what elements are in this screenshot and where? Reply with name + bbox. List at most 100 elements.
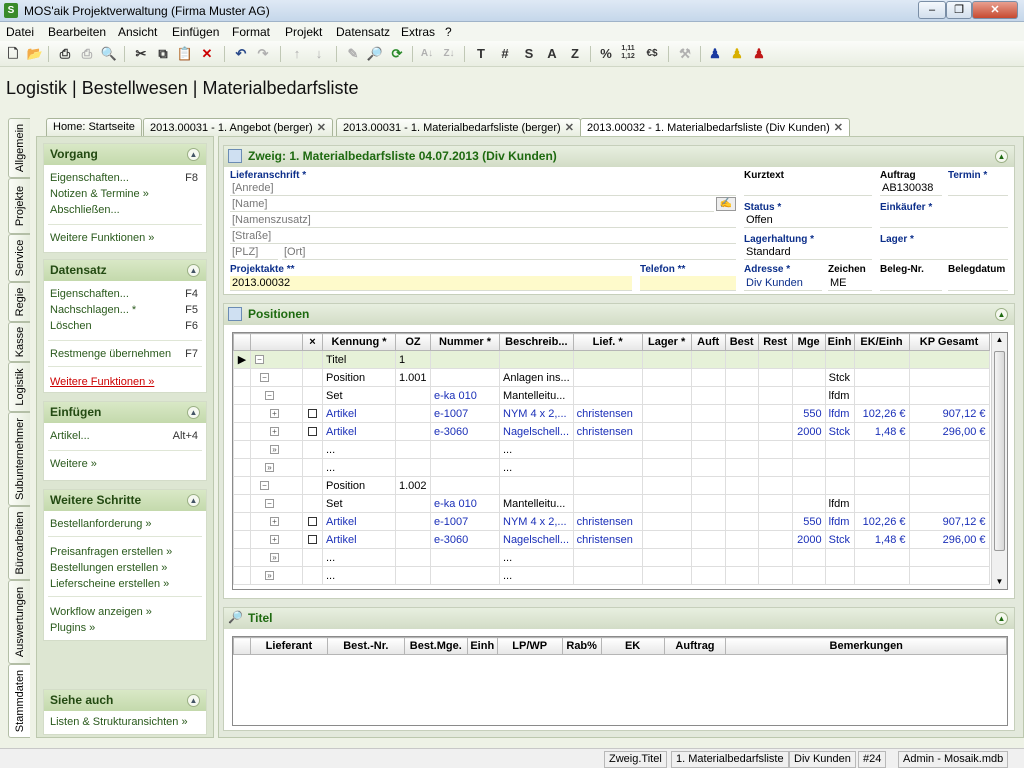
column-header[interactable]: [233, 333, 251, 351]
tab-angebot[interactable]: 2013.00031 - 1. Angebot (berger) ✕: [143, 118, 333, 136]
grid-cell[interactable]: [824, 566, 855, 585]
termin-field[interactable]: [948, 181, 1008, 196]
grid-cell[interactable]: [430, 458, 500, 477]
menu-ansicht[interactable]: Ansicht: [118, 25, 157, 39]
grid-cell[interactable]: [572, 458, 643, 477]
table-row[interactable]: − Position 1.002: [233, 476, 990, 495]
column-header[interactable]: LP/WP: [496, 637, 563, 655]
grid-cell[interactable]: [690, 530, 726, 549]
grid-cell[interactable]: e-3060: [430, 422, 500, 441]
chevron-up-icon[interactable]: ▲: [187, 406, 200, 419]
grid-cell[interactable]: [853, 476, 910, 495]
move-up-icon[interactable]: ↑: [288, 45, 306, 63]
tree-toggle-icon[interactable]: »: [270, 553, 279, 562]
grid-cell[interactable]: +: [250, 512, 303, 531]
grid-cell[interactable]: [233, 566, 251, 585]
table-row[interactable]: »......: [233, 458, 990, 477]
grid-cell[interactable]: [791, 440, 826, 459]
sort-asc-icon[interactable]: A↓: [418, 45, 436, 63]
chevron-up-icon[interactable]: ▲: [995, 612, 1008, 625]
grid-cell[interactable]: [641, 422, 692, 441]
column-header[interactable]: EK: [600, 637, 665, 655]
grid-cell[interactable]: [302, 530, 323, 549]
grid-cell[interactable]: [395, 548, 431, 567]
grid-cell[interactable]: [908, 368, 990, 387]
menu-datensatz[interactable]: Datensatz: [336, 25, 390, 39]
grid-cell[interactable]: Position: [322, 368, 396, 387]
table-row[interactable]: + Artikel e-3060 Nagelschell... christensen 2…: [233, 422, 990, 441]
grid-cell[interactable]: [724, 476, 759, 495]
column-header[interactable]: Auft: [690, 333, 726, 351]
grid-cell[interactable]: [302, 440, 323, 459]
section-header[interactable]: Einfügen ▲: [44, 402, 206, 423]
table-row[interactable]: »......: [233, 440, 990, 459]
status-field[interactable]: Offen: [744, 213, 872, 228]
menu-format[interactable]: Format: [232, 25, 270, 39]
scroll-down-icon[interactable]: ▼: [992, 575, 1007, 589]
pen-icon[interactable]: ✎: [344, 45, 362, 63]
grid-cell[interactable]: 1: [395, 350, 431, 369]
column-header[interactable]: Einh: [466, 637, 498, 655]
tree-toggle-icon[interactable]: »: [270, 445, 279, 454]
close-tab-icon[interactable]: ✕: [565, 122, 574, 134]
grid-cell[interactable]: [757, 494, 793, 513]
format-a-icon[interactable]: A: [543, 45, 561, 63]
sidebar-item-artikel[interactable]: Artikel...: [50, 430, 90, 442]
table-row[interactable]: − Set e-ka 010 Mantelleitu... lfdm: [233, 386, 990, 405]
grid-cell[interactable]: [908, 476, 990, 495]
grid-cell[interactable]: [395, 386, 431, 405]
tree-toggle-icon[interactable]: −: [255, 355, 264, 364]
user-blue-icon[interactable]: ♟: [706, 45, 724, 63]
grid-cell[interactable]: +: [250, 422, 303, 441]
grid-cell[interactable]: Titel: [322, 350, 396, 369]
grid-cell[interactable]: 550: [791, 512, 826, 531]
sidebar-item-eigenschaften[interactable]: Eigenschaften...: [50, 172, 129, 184]
vtab-subunternehmer[interactable]: Subunternehmer: [8, 412, 30, 506]
table-row[interactable]: »......: [233, 566, 990, 585]
grid-cell[interactable]: [908, 566, 990, 585]
grid-cell[interactable]: [302, 548, 323, 567]
grid-cell[interactable]: [824, 458, 855, 477]
grid-cell[interactable]: [724, 512, 759, 531]
grid-cell[interactable]: [853, 458, 910, 477]
format-t-icon[interactable]: T: [472, 45, 490, 63]
print-icon[interactable]: ⎙: [56, 45, 74, 63]
grid-cell[interactable]: [233, 548, 251, 567]
grid-cell[interactable]: [824, 548, 855, 567]
tree-toggle-icon[interactable]: −: [265, 391, 274, 400]
grid-cell[interactable]: [791, 368, 826, 387]
user-red-icon[interactable]: ♟: [750, 45, 768, 63]
grid-cell[interactable]: »: [250, 440, 303, 459]
grid-cell[interactable]: [641, 386, 692, 405]
grid-cell[interactable]: [853, 566, 910, 585]
vtab-auswertungen[interactable]: Auswertungen: [8, 580, 30, 664]
open-icon[interactable]: 📂: [26, 45, 44, 63]
close-tab-icon[interactable]: ✕: [317, 122, 326, 134]
grid-cell[interactable]: [724, 458, 759, 477]
column-header[interactable]: Auftrag: [663, 637, 727, 655]
grid-cell[interactable]: [757, 440, 793, 459]
grid-cell[interactable]: [690, 494, 726, 513]
grid-cell[interactable]: 2000: [791, 530, 826, 549]
grid-cell[interactable]: Set: [322, 386, 396, 405]
tree-toggle-icon[interactable]: −: [265, 499, 274, 508]
menu-projekt[interactable]: Projekt: [285, 25, 322, 39]
grid-cell[interactable]: −: [250, 368, 303, 387]
grid-cell[interactable]: [853, 350, 910, 369]
delete-icon[interactable]: ✕: [198, 45, 216, 63]
column-header[interactable]: ×: [302, 333, 323, 351]
grid-cell[interactable]: [430, 368, 500, 387]
grid-cell[interactable]: ...: [499, 548, 574, 567]
section-header[interactable]: Weitere Schritte ▲: [44, 490, 206, 511]
tree-toggle-icon[interactable]: +: [270, 517, 279, 526]
grid-cell[interactable]: 296,00 €: [908, 530, 990, 549]
grid-cell[interactable]: »: [250, 566, 303, 585]
sidebar-item-weitere-funktionen[interactable]: Weitere Funktionen »: [50, 376, 154, 388]
grid-cell[interactable]: [757, 530, 793, 549]
sidebar-item-abschliessen[interactable]: Abschließen...: [50, 204, 120, 216]
grid-cell[interactable]: [791, 476, 826, 495]
tree-toggle-icon[interactable]: +: [270, 535, 279, 544]
vtab-stammdaten[interactable]: Stammdaten: [8, 664, 30, 738]
print-multi-icon[interactable]: ⎙: [78, 45, 96, 63]
grid-cell[interactable]: Mantelleitu...: [499, 494, 574, 513]
